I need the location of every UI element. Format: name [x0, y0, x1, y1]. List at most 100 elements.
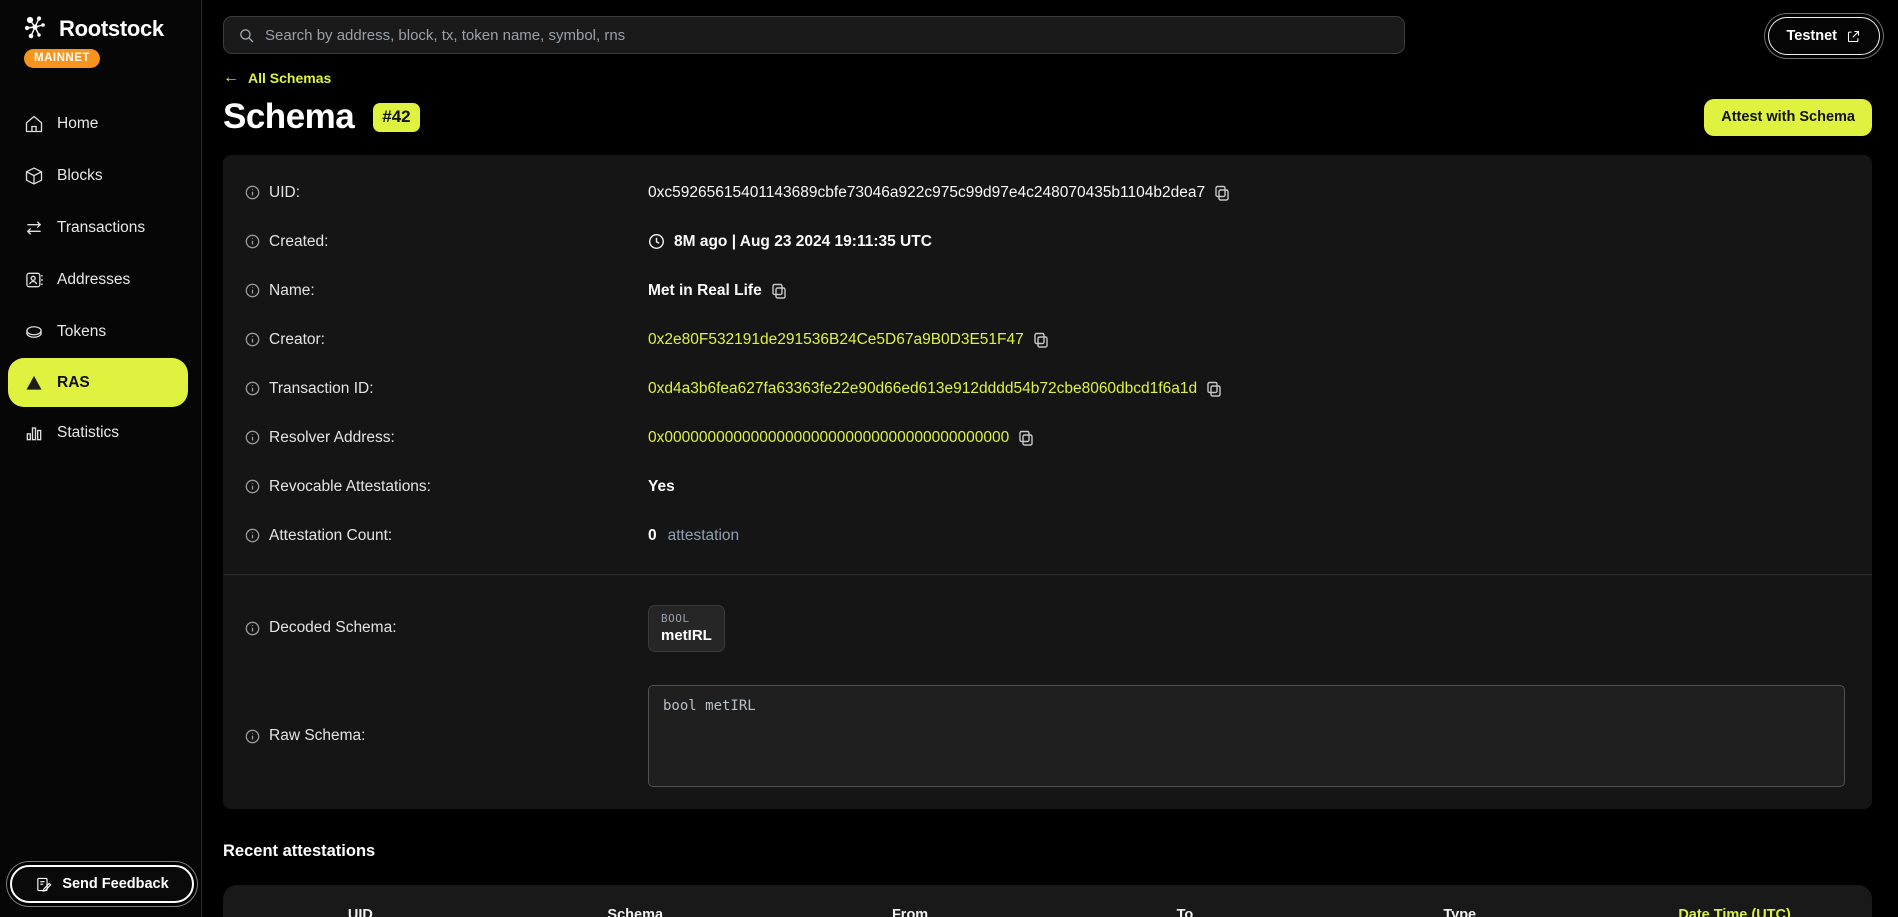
info-icon [245, 528, 260, 543]
detail-row-created: Created: 8M ago | Aug 23 2024 19:11:35 U… [223, 217, 1872, 266]
transaction-id-link[interactable]: 0xd4a3b6fea627fa63363fe22e90d66ed613e912… [648, 380, 1197, 398]
table-header-datetime[interactable]: Date Time (UTC) [1597, 907, 1872, 917]
sidebar-item-transactions[interactable]: Transactions [0, 202, 201, 254]
creator-label: Creator: [269, 331, 325, 349]
title-row: Schema #42 Attest with Schema [223, 97, 1872, 137]
detail-row-transaction-id: Transaction ID: 0xd4a3b6fea627fa63363fe2… [223, 364, 1872, 413]
recent-attestations-table: UID Schema From To Type Date Time (UTC) [223, 885, 1872, 917]
page-title: Schema [223, 97, 354, 137]
home-icon [24, 114, 44, 134]
sidebar-item-label: Transactions [57, 219, 145, 237]
table-header-to[interactable]: To [1048, 907, 1323, 917]
info-icon [245, 621, 260, 636]
sidebar-item-ras[interactable]: RAS [8, 358, 188, 407]
sidebar-item-tokens[interactable]: Tokens [0, 306, 201, 358]
sidebar-item-blocks[interactable]: Blocks [0, 150, 201, 202]
uid-value-group: 0xc59265615401143689cbfe73046a922c975c99… [648, 184, 1872, 202]
detail-row-uid: UID: 0xc59265615401143689cbfe73046a922c9… [223, 168, 1872, 217]
sidebar-item-label: Home [57, 115, 98, 133]
app-window: Rootstock MAINNET Home Blocks Transactio… [0, 0, 1898, 917]
send-feedback-label: Send Feedback [62, 876, 168, 892]
coin-icon [24, 322, 44, 342]
sidebar-item-label: RAS [57, 374, 90, 392]
recent-attestations-heading: Recent attestations [223, 842, 1872, 861]
sidebar-item-label: Statistics [57, 424, 119, 442]
card-divider [223, 574, 1872, 575]
sidebar-item-label: Blocks [57, 167, 103, 185]
table-header-uid[interactable]: UID [223, 907, 498, 917]
sidebar-item-home[interactable]: Home [0, 98, 201, 150]
back-to-all-schemas-link[interactable]: ← All Schemas [223, 69, 331, 87]
attest-with-schema-button[interactable]: Attest with Schema [1704, 99, 1872, 136]
schema-field-type: BOOL [661, 612, 712, 625]
transaction-id-label: Transaction ID: [269, 380, 374, 398]
main-area: Testnet ← All Schemas Schema #42 Attest … [202, 0, 1898, 917]
external-link-icon [1846, 29, 1861, 44]
clock-icon [648, 233, 665, 250]
resolver-address-label: Resolver Address: [269, 429, 395, 447]
detail-row-revocable: Revocable Attestations: Yes [223, 462, 1872, 511]
revocable-value-group: Yes [648, 478, 1872, 496]
uid-label-group: UID: [245, 184, 648, 202]
attestation-count-value: 0 [648, 527, 657, 545]
sidebar: Rootstock MAINNET Home Blocks Transactio… [0, 0, 202, 917]
name-value: Met in Real Life [648, 282, 762, 300]
creator-address-link[interactable]: 0x2e80F532191de291536B24Ce5D67a9B0D3E51F… [648, 331, 1024, 349]
brand-logo[interactable]: Rootstock [22, 14, 201, 44]
transaction-id-value-group: 0xd4a3b6fea627fa63363fe22e90d66ed613e912… [648, 380, 1872, 398]
resolver-address-label-group: Resolver Address: [245, 429, 648, 447]
schema-field-chip: BOOL metIRL [648, 605, 725, 652]
edit-document-icon [35, 876, 52, 893]
raw-schema-textarea[interactable]: bool metIRL [648, 685, 1845, 787]
copy-icon[interactable] [1018, 430, 1034, 446]
detail-row-creator: Creator: 0x2e80F532191de291536B24Ce5D67a… [223, 315, 1872, 364]
copy-icon[interactable] [1033, 332, 1049, 348]
sidebar-nav: Home Blocks Transactions Addresses Token… [0, 98, 201, 459]
created-label-group: Created: [245, 233, 648, 251]
name-label: Name: [269, 282, 315, 300]
copy-icon[interactable] [771, 283, 787, 299]
name-label-group: Name: [245, 282, 648, 300]
send-feedback-button[interactable]: Send Feedback [10, 865, 194, 903]
info-icon [245, 234, 260, 249]
table-header-schema[interactable]: Schema [498, 907, 773, 917]
revocable-label: Revocable Attestations: [269, 478, 431, 496]
info-icon [245, 185, 260, 200]
revocable-value: Yes [648, 478, 675, 496]
search-box [223, 16, 1405, 54]
table-header-type[interactable]: Type [1322, 907, 1597, 917]
network-badge: MAINNET [24, 49, 100, 68]
search-icon [238, 27, 255, 44]
back-link-label: All Schemas [248, 70, 331, 86]
uid-label: UID: [269, 184, 300, 202]
raw-schema-label: Raw Schema: [269, 727, 365, 745]
sidebar-item-label: Addresses [57, 271, 130, 289]
search-input[interactable] [265, 27, 1390, 44]
table-header-from[interactable]: From [773, 907, 1048, 917]
rootstock-logo-icon [22, 14, 52, 44]
triangle-icon [24, 373, 44, 393]
attestation-count-label-group: Attestation Count: [245, 527, 648, 545]
attestation-count-link[interactable]: attestation [668, 527, 740, 545]
sidebar-spacer [0, 459, 201, 865]
info-icon [245, 381, 260, 396]
decoded-schema-label: Decoded Schema: [269, 619, 397, 637]
sidebar-item-label: Tokens [57, 323, 106, 341]
detail-row-decoded-schema: Decoded Schema: BOOL metIRL [223, 585, 1872, 671]
table-header-row: UID Schema From To Type Date Time (UTC) [223, 907, 1872, 917]
transaction-id-label-group: Transaction ID: [245, 380, 648, 398]
sidebar-item-statistics[interactable]: Statistics [0, 407, 201, 459]
sidebar-item-addresses[interactable]: Addresses [0, 254, 201, 306]
uid-value: 0xc59265615401143689cbfe73046a922c975c99… [648, 184, 1205, 202]
info-icon [245, 332, 260, 347]
copy-icon[interactable] [1206, 381, 1222, 397]
schema-details-card: UID: 0xc59265615401143689cbfe73046a922c9… [223, 155, 1872, 809]
testnet-button[interactable]: Testnet [1768, 17, 1881, 55]
attestation-count-label: Attestation Count: [269, 527, 392, 545]
attestation-count-value-group: 0 attestation [648, 527, 1872, 545]
copy-icon[interactable] [1214, 185, 1230, 201]
arrows-icon [24, 218, 44, 238]
detail-row-resolver-address: Resolver Address: 0x00000000000000000000… [223, 413, 1872, 462]
resolver-address-link[interactable]: 0x00000000000000000000000000000000000000… [648, 429, 1009, 447]
contact-card-icon [24, 270, 44, 290]
